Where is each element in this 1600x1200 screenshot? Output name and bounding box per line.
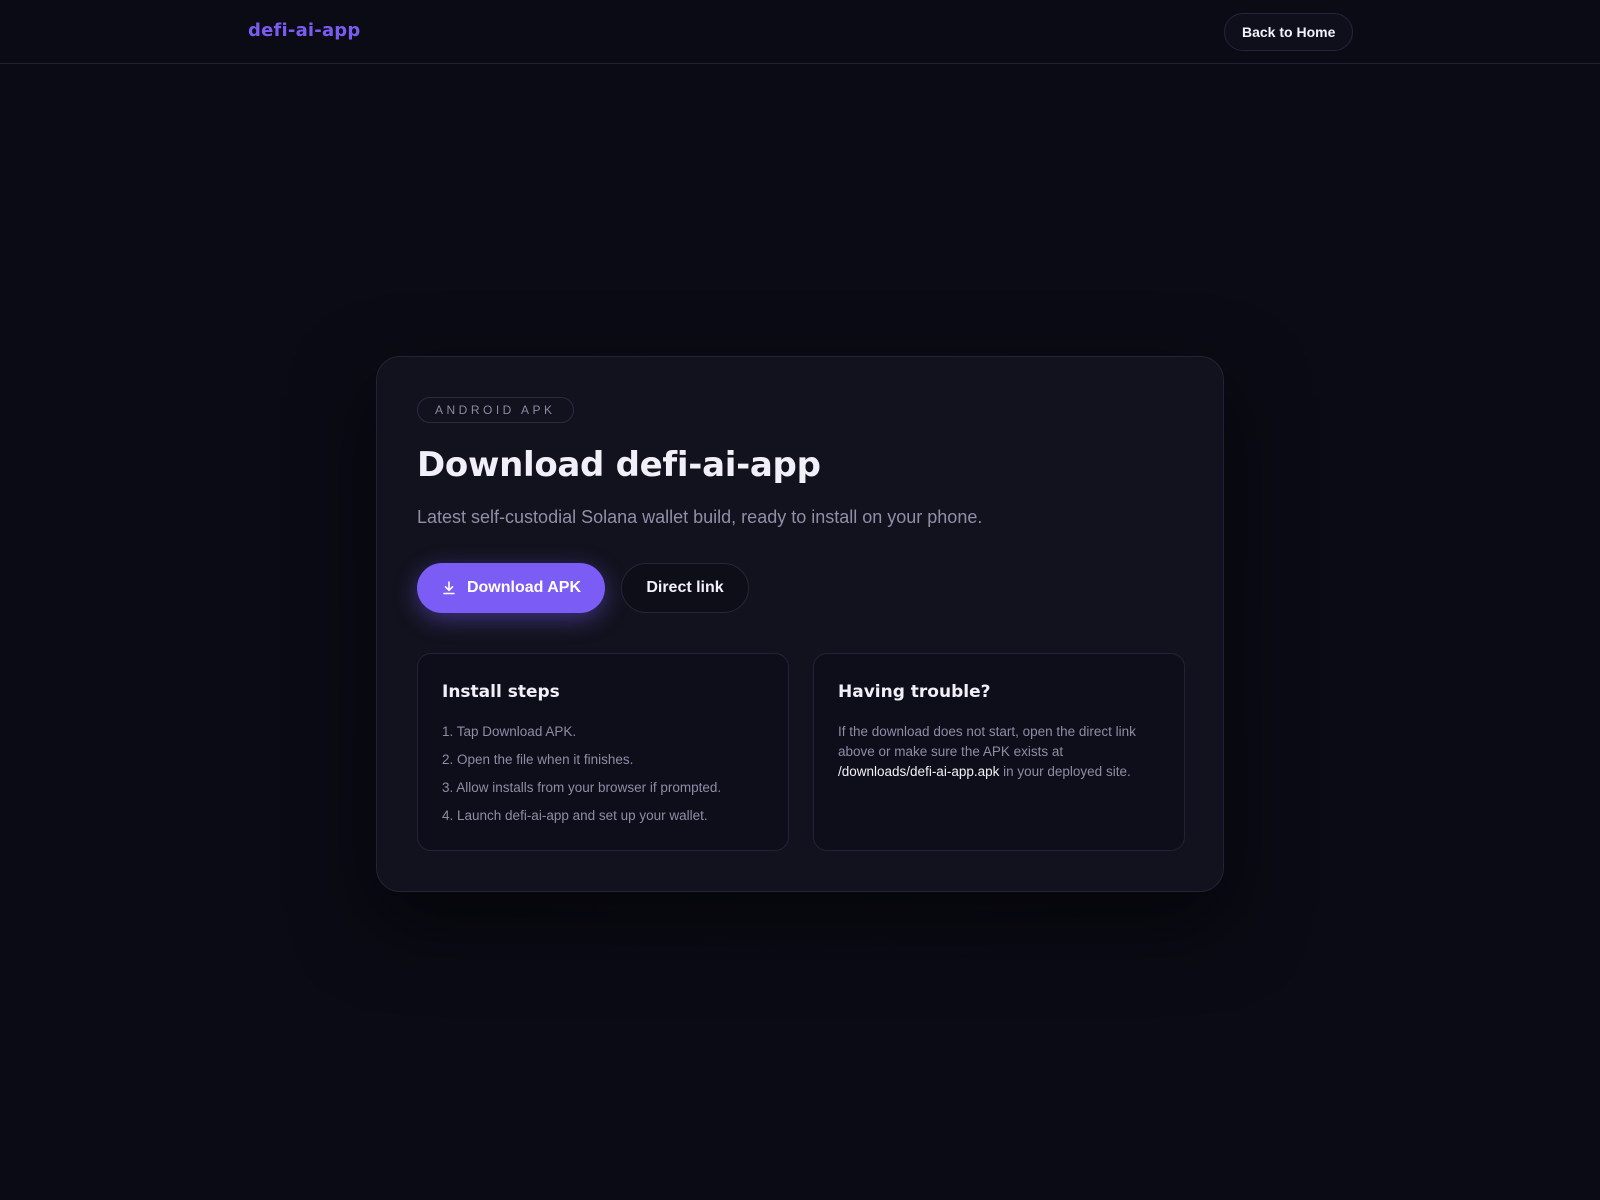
trouble-heading: Having trouble?	[838, 682, 991, 702]
top-nav-bar: defi-ai-app Back to Home	[0, 0, 1600, 64]
install-step: 4. Launch defi-ai-app and set up your wa…	[442, 808, 708, 823]
trouble-text-after: in your deployed site.	[1003, 764, 1131, 779]
back-to-home-button[interactable]: Back to Home	[1224, 13, 1354, 51]
platform-tag: ANDROID APK	[417, 397, 574, 423]
brand-logo[interactable]: defi-ai-app	[248, 20, 360, 41]
direct-link-button[interactable]: Direct link	[621, 563, 749, 613]
page-subtitle: Latest self-custodial Solana wallet buil…	[417, 507, 983, 527]
install-step: 1. Tap Download APK.	[442, 724, 577, 739]
trouble-text: If the download does not start, open the…	[838, 722, 1148, 782]
install-steps-list: 1. Tap Download APK. 2. Open the file wh…	[442, 722, 721, 834]
apk-path: /downloads/defi-ai-app.apk	[838, 764, 1000, 779]
install-step: 3. Allow installs from your browser if p…	[442, 780, 722, 795]
download-apk-label: Download APK	[466, 579, 582, 596]
install-step: 2. Open the file when it finishes.	[442, 752, 634, 767]
install-steps-heading: Install steps	[442, 682, 560, 702]
trouble-panel: Having trouble? If the download does not…	[813, 653, 1185, 851]
download-card: ANDROID APK Download defi-ai-app Latest …	[376, 356, 1224, 892]
trouble-text-before: If the download does not start, open the…	[838, 724, 1136, 759]
download-icon	[441, 580, 457, 596]
page-title: Download defi-ai-app	[417, 445, 821, 485]
install-steps-panel: Install steps 1. Tap Download APK. 2. Op…	[417, 653, 789, 851]
download-apk-button[interactable]: Download APK	[417, 563, 605, 613]
